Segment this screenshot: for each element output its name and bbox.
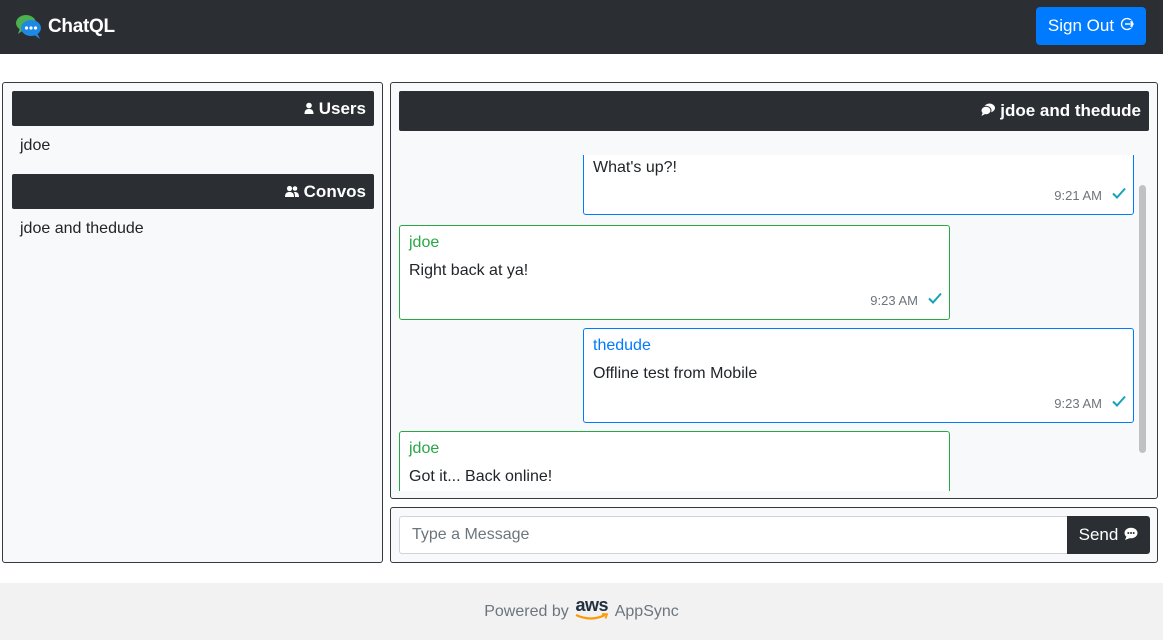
message-list[interactable]: What's up?! 9:21 AM jdoe Right back at y… (391, 155, 1157, 491)
convos-header-label: Convos (303, 181, 366, 201)
user-icon (304, 99, 314, 119)
message-meta: 9:23 AM (1054, 394, 1126, 412)
chat-title: jdoe and thedude (1000, 101, 1141, 120)
people-icon (284, 182, 299, 202)
brand-name: ChatQL (48, 16, 115, 37)
message-text: What's up?! (593, 159, 677, 176)
message-author: jdoe (409, 440, 440, 457)
chat-header: jdoe and thedude (399, 91, 1149, 131)
footer: Powered by aws AppSync (0, 583, 1163, 640)
users-header: Users (12, 91, 374, 126)
message-item: jdoe Got it... Back online! (399, 431, 950, 491)
sign-out-button[interactable]: Sign Out (1036, 7, 1146, 45)
send-label: Send (1078, 525, 1119, 544)
composer-panel: Send (390, 507, 1158, 563)
message-time: 9:23 AM (870, 292, 918, 308)
aws-logo-text: aws (575, 594, 608, 615)
user-list-item[interactable]: jdoe (20, 137, 50, 155)
aws-smile-icon (575, 612, 608, 620)
chat-bubble-icon (1124, 525, 1138, 545)
top-navbar: ChatQL Sign Out (0, 0, 1163, 54)
chat-panel: jdoe and thedude What's up?! 9:21 AM jdo… (390, 82, 1158, 499)
message-item: thedude Offline test from Mobile 9:23 AM (583, 328, 1134, 423)
check-icon (928, 291, 942, 309)
check-icon (1112, 394, 1126, 412)
aws-logo: aws (575, 594, 609, 621)
send-button[interactable]: Send (1067, 516, 1150, 554)
message-time: 9:23 AM (1054, 395, 1102, 411)
message-input[interactable] (399, 516, 1069, 554)
users-header-label: Users (318, 98, 366, 118)
message-text: Got it... Back online! (409, 468, 553, 485)
convo-list-item[interactable]: jdoe and thedude (20, 220, 144, 238)
message-text: Right back at ya! (409, 262, 529, 279)
message-text: Offline test from Mobile (593, 365, 758, 382)
message-item: jdoe Right back at ya! 9:23 AM (399, 225, 950, 320)
sign-out-icon (1120, 16, 1134, 36)
powered-by-text: Powered by (484, 602, 569, 620)
appsync-text: AppSync (614, 602, 679, 620)
chat-bubbles-logo-icon (14, 12, 44, 42)
brand[interactable]: ChatQL (14, 11, 115, 43)
convos-header: Convos (12, 174, 374, 209)
message-time: 9:21 AM (1054, 187, 1102, 203)
message-scrollbar[interactable] (1139, 185, 1146, 453)
message-author: jdoe (409, 234, 440, 251)
message-meta: 9:21 AM (1054, 186, 1126, 204)
message-meta: 9:23 AM (870, 291, 942, 309)
check-icon (1112, 186, 1126, 204)
sidebar-panel: Users jdoe Convos jdoe and thedude (2, 82, 383, 563)
chat-bubbles-icon (980, 101, 996, 121)
message-author: thedude (593, 337, 651, 354)
message-item: What's up?! 9:21 AM (583, 155, 1134, 215)
sign-out-label: Sign Out (1047, 16, 1115, 35)
